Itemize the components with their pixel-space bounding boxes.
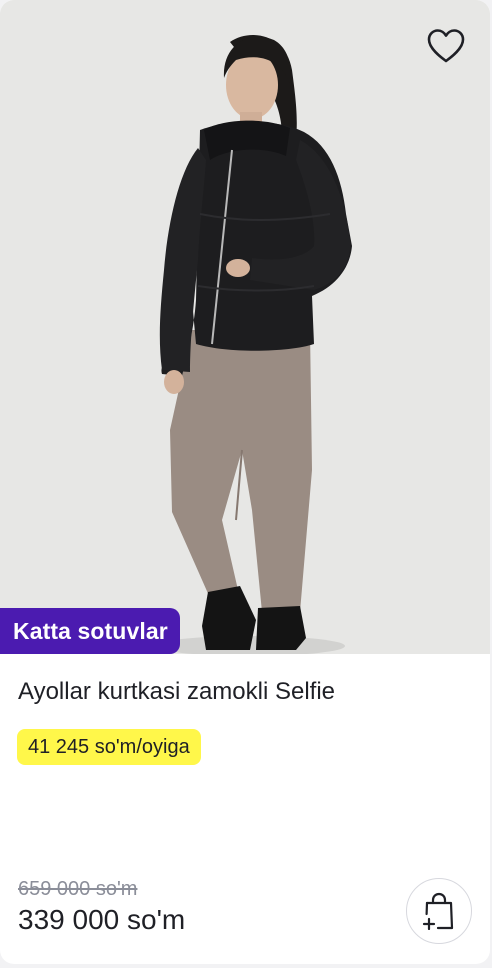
installment-price-badge: 41 245 so'm/oyiga xyxy=(17,729,201,765)
shopping-bag-plus-icon xyxy=(422,892,454,930)
product-title[interactable]: Ayollar kurtkasi zamokli Selfie xyxy=(18,678,335,706)
product-card[interactable]: Katta sotuvlar Ayollar kurtkasi zamokli … xyxy=(0,0,490,964)
product-photo-illustration xyxy=(0,0,490,654)
heart-icon xyxy=(427,29,465,63)
favorite-button[interactable] xyxy=(420,20,472,72)
product-image[interactable]: Katta sotuvlar xyxy=(0,0,490,654)
old-price: 659 000 so'm xyxy=(18,878,138,900)
add-to-cart-button[interactable] xyxy=(406,878,472,944)
bestseller-badge: Katta sotuvlar xyxy=(0,608,180,654)
current-price: 339 000 so'm xyxy=(18,904,186,935)
